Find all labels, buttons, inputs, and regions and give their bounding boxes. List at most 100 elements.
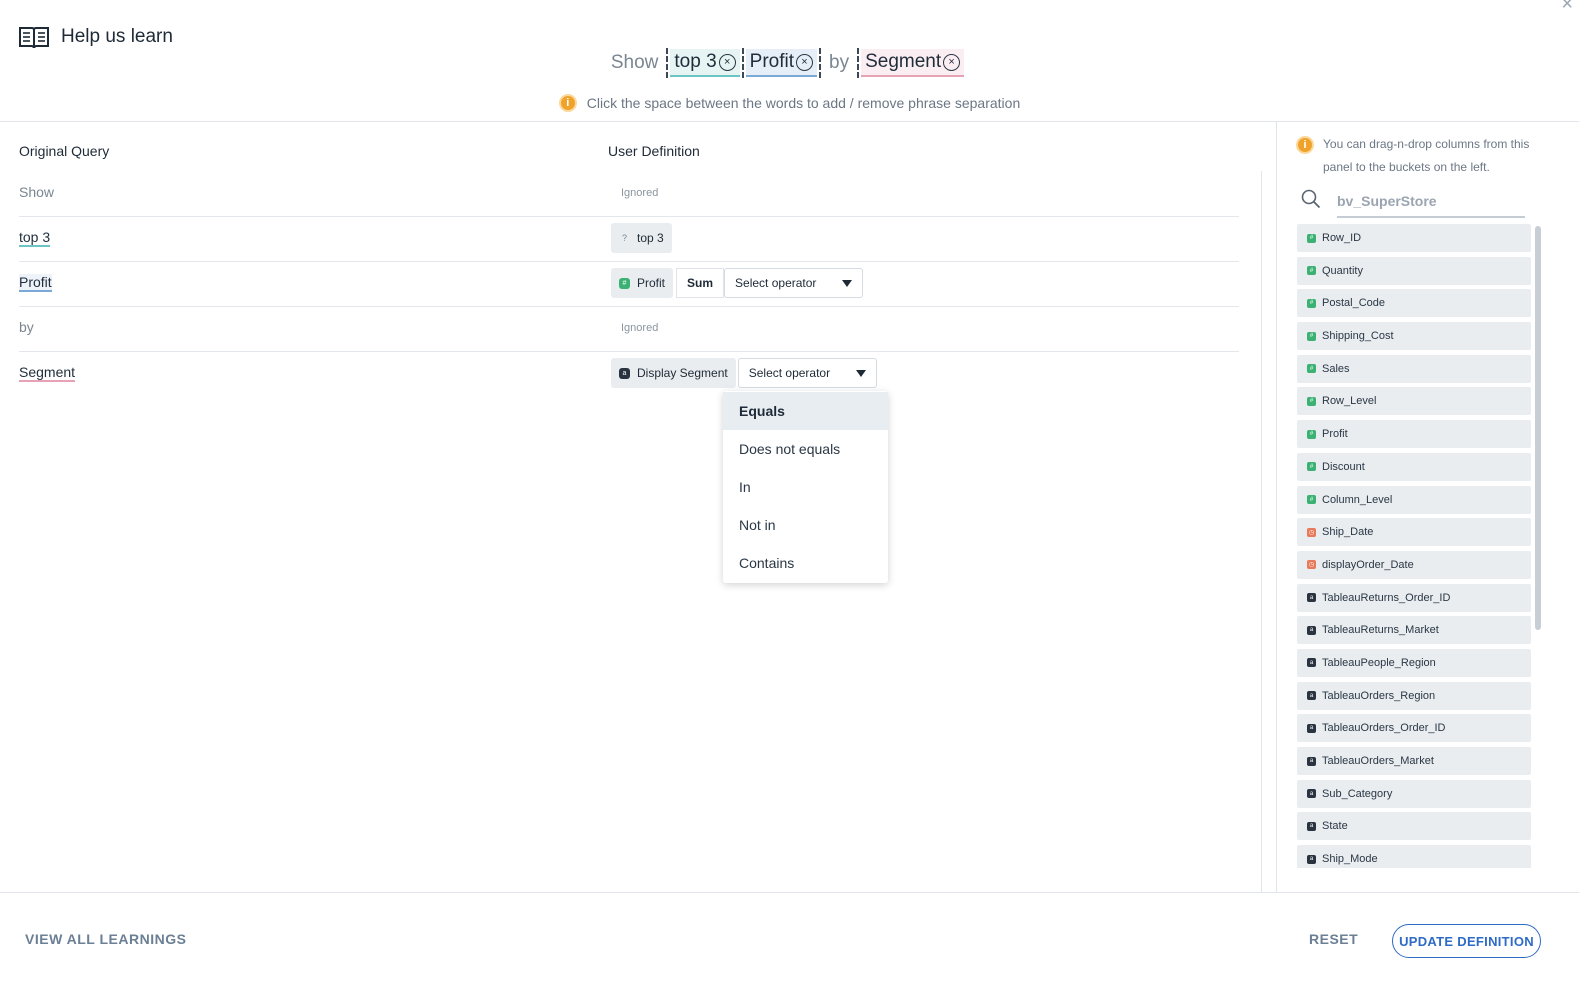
column-item[interactable]: a Ship_Mode (1297, 845, 1531, 868)
query-chip-label: Profit (749, 51, 795, 72)
column-item[interactable]: a TableauPeople_Region (1297, 648, 1531, 677)
column-item[interactable]: a TableauOrders_Region (1297, 681, 1531, 710)
operator-option-contains[interactable]: Contains (723, 544, 888, 582)
operator-select[interactable]: Select operator (724, 268, 864, 298)
column-search-input[interactable] (1337, 185, 1525, 218)
column-item-label: State (1322, 820, 1348, 833)
query-chip-label: Segment (865, 51, 942, 72)
column-item-label: Postal_Code (1322, 297, 1385, 310)
column-item[interactable]: a TableauOrders_Order_ID (1297, 714, 1531, 743)
column-item-label: Column_Level (1322, 493, 1393, 506)
column-header-original: Original Query (19, 143, 110, 159)
update-definition-button[interactable]: UPDATE DEFINITION (1392, 924, 1541, 958)
close-icon[interactable]: × (1561, 0, 1573, 14)
definition-chip[interactable]: ? top 3 (611, 223, 672, 253)
column-item[interactable]: a TableauReturns_Order_ID (1297, 583, 1531, 612)
column-item[interactable]: a State (1297, 812, 1531, 841)
column-item-label: Row_Level (1322, 395, 1377, 408)
column-item-label: Ship_Mode (1322, 853, 1378, 866)
definition-chip[interactable]: # Profit (611, 268, 674, 298)
remove-chip-icon[interactable]: × (943, 53, 961, 71)
operator-select[interactable]: Select operator (737, 358, 877, 388)
phrase-hint-text: Click the space between the words to add… (586, 95, 1021, 111)
definition-cell: Ignored (611, 178, 658, 199)
column-item-label: displayOrder_Date (1322, 558, 1414, 571)
operator-option-in[interactable]: In (723, 468, 888, 506)
aggregate-button[interactable]: Sum (676, 268, 725, 298)
definition-cell: Ignored (611, 313, 658, 334)
column-item-label: Profit (1322, 428, 1348, 441)
column-item[interactable]: a TableauOrders_Market (1297, 747, 1531, 775)
column-item[interactable]: a Sub_Category (1297, 779, 1531, 808)
title-group: Help us learn (18, 24, 173, 50)
book-icon (19, 27, 49, 49)
text-type-icon: a (1307, 821, 1316, 831)
operator-option-equals[interactable]: Equals (723, 392, 888, 430)
reset-button[interactable]: RESET (1309, 931, 1358, 947)
ignored-label: Ignored (621, 187, 659, 199)
info-icon: i (558, 94, 577, 112)
text-type-icon: a (1307, 691, 1316, 701)
original-word: Profit (19, 274, 52, 292)
phrase-separator[interactable] (857, 48, 860, 78)
info-icon: i (1296, 136, 1314, 154)
column-item-label: TableauPeople_Region (1322, 656, 1436, 669)
column-item-label: Sub_Category (1322, 787, 1393, 800)
date-type-icon: ◷ (1307, 527, 1316, 537)
column-item[interactable]: a TableauReturns_Market (1297, 616, 1531, 645)
column-item[interactable]: # Column_Level (1297, 485, 1531, 514)
drag-drop-hint-text: You can drag-n-drop columns from this pa… (1323, 137, 1530, 174)
query-chip-label: top 3 (674, 51, 717, 72)
text-type-icon: a (1307, 723, 1316, 733)
query-chip-segment[interactable]: Segment × (861, 49, 965, 77)
definition-chip-label: Profit (637, 276, 666, 290)
column-list: # Row_ID # Quantity # Postal_Code # Shipping_Co… (1297, 224, 1531, 868)
column-item[interactable]: ◷ Ship_Date (1297, 518, 1531, 547)
definition-chip-label: top 3 (637, 231, 664, 245)
column-item[interactable]: ◷ displayOrder_Date (1297, 550, 1531, 579)
query-word-by: by (829, 52, 850, 73)
footer-divider (0, 892, 1579, 893)
column-item[interactable]: # Quantity (1297, 256, 1531, 285)
number-type-icon: # (1307, 462, 1316, 472)
column-item-label: TableauOrders_Order_ID (1322, 722, 1446, 735)
number-type-icon: # (1307, 429, 1316, 439)
phrase-separator[interactable] (666, 48, 669, 78)
column-item-label: TableauOrders_Market (1322, 755, 1434, 767)
date-type-icon: ◷ (1307, 560, 1316, 570)
drag-drop-hint: i You can drag-n-drop columns from this … (1296, 133, 1546, 179)
remove-chip-icon[interactable]: × (718, 53, 736, 71)
operator-option-does-not-equals[interactable]: Does not equals (723, 430, 888, 468)
definition-chip[interactable]: a Display Segment (611, 358, 736, 388)
original-word: Show (19, 184, 55, 200)
phrase-separator[interactable] (741, 48, 744, 78)
view-all-learnings-link[interactable]: VIEW ALL LEARNINGS (25, 931, 186, 947)
remove-chip-icon[interactable]: × (796, 53, 814, 71)
column-item[interactable]: # Profit (1297, 420, 1531, 449)
operator-option-not-in[interactable]: Not in (723, 506, 888, 544)
text-type-icon: a (1307, 593, 1316, 603)
column-item[interactable]: # Sales (1297, 354, 1531, 383)
column-item[interactable]: # Row_ID (1297, 224, 1531, 252)
phrase-separator[interactable] (819, 48, 822, 78)
scrollbar-thumb[interactable] (1535, 226, 1541, 630)
column-item[interactable]: # Shipping_Cost (1297, 322, 1531, 351)
modal-header: × Help us learn Show top 3 × Profit × by… (0, 0, 1579, 122)
query-word-show: Show (610, 52, 659, 73)
column-item-label: Discount (1322, 460, 1365, 473)
column-item[interactable]: # Row_Level (1297, 387, 1531, 416)
column-item[interactable]: # Discount (1297, 452, 1531, 481)
definition-row: top 3 ? top 3 (19, 217, 1239, 262)
column-item[interactable]: # Postal_Code (1297, 289, 1531, 318)
definition-cell: ? top 3 (611, 223, 672, 253)
caret-down-icon (855, 369, 866, 377)
search-icon (1301, 189, 1321, 209)
number-type-icon: # (619, 277, 630, 289)
column-item-label: Quantity (1322, 264, 1363, 277)
operator-select-label: Select operator (748, 366, 831, 380)
definition-cell: a Display Segment Select operator (611, 358, 877, 388)
query-chip-top3[interactable]: top 3 × (670, 49, 740, 77)
phrase-hint: i Click the space between the words to a… (0, 94, 1579, 112)
definition-row: Segment a Display Segment Select operato… (19, 352, 1239, 397)
query-chip-profit[interactable]: Profit × (745, 49, 818, 77)
